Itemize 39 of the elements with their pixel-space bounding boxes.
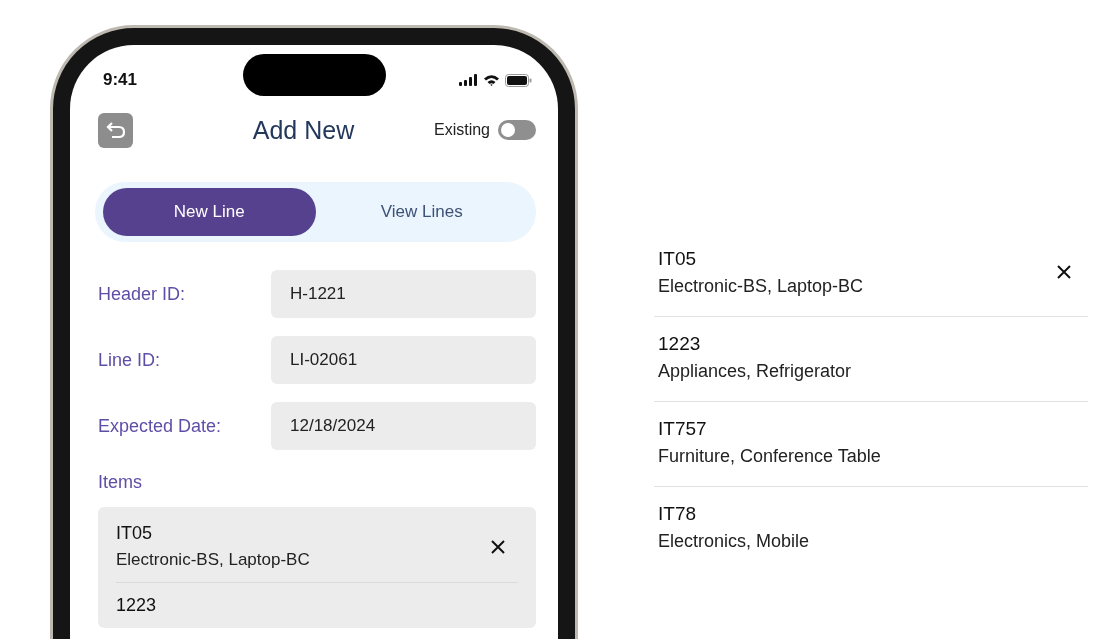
remove-button[interactable] bbox=[490, 538, 506, 555]
status-time: 9:41 bbox=[103, 70, 138, 90]
item-code: IT05 bbox=[658, 247, 698, 270]
wifi-icon bbox=[483, 74, 500, 86]
field-label: Header ID: bbox=[98, 283, 187, 305]
toggle-label: Existing bbox=[433, 121, 490, 139]
item-code: IT78 bbox=[658, 502, 698, 525]
remove-button[interactable] bbox=[1056, 264, 1072, 280]
item-description: Furniture, Conference Table bbox=[658, 445, 881, 467]
close-icon bbox=[490, 538, 506, 555]
section-label: Items bbox=[98, 472, 143, 493]
page-title: Add New bbox=[251, 115, 356, 145]
tab[interactable]: New Line bbox=[103, 188, 316, 236]
signal-icon bbox=[459, 74, 478, 86]
input-field[interactable]: LI-02061 bbox=[271, 336, 536, 384]
input-field[interactable]: H-1221 bbox=[271, 270, 536, 318]
item-description: Electronics, Mobile bbox=[658, 530, 810, 552]
field-label: Line ID: bbox=[98, 349, 162, 371]
item-row[interactable]: IT05 Electronic-BS, Laptop-BC bbox=[654, 232, 1088, 316]
item-code: 1223 bbox=[658, 332, 702, 355]
tab[interactable]: View Lines bbox=[315, 188, 528, 236]
item-code: IT05 bbox=[116, 523, 154, 544]
item-description: Electronic-BS, Laptop-BC bbox=[116, 550, 310, 570]
item-code: 1223 bbox=[116, 595, 157, 616]
existing-toggle[interactable] bbox=[498, 120, 536, 140]
battery-icon bbox=[505, 73, 532, 87]
item-code: IT757 bbox=[658, 417, 708, 440]
back-button[interactable] bbox=[98, 112, 133, 148]
item-description: Appliances, Refrigerator bbox=[658, 360, 852, 382]
item-row[interactable]: IT05 Electronic-BS, Laptop-BC bbox=[116, 511, 518, 582]
item-row[interactable]: 1223 bbox=[116, 582, 518, 628]
input-field[interactable]: 12/18/2024 bbox=[271, 402, 536, 450]
item-row[interactable]: IT757 Furniture, Conference Table bbox=[654, 401, 1088, 486]
item-description: Electronic-BS, Laptop-BC bbox=[658, 275, 864, 297]
item-row[interactable]: 1223 Appliances, Refrigerator bbox=[654, 316, 1088, 401]
field-label: Expected Date: bbox=[98, 415, 223, 437]
undo-arrow-icon bbox=[105, 121, 126, 139]
close-icon bbox=[1056, 264, 1072, 280]
item-row[interactable]: IT78 Electronics, Mobile bbox=[654, 486, 1088, 571]
